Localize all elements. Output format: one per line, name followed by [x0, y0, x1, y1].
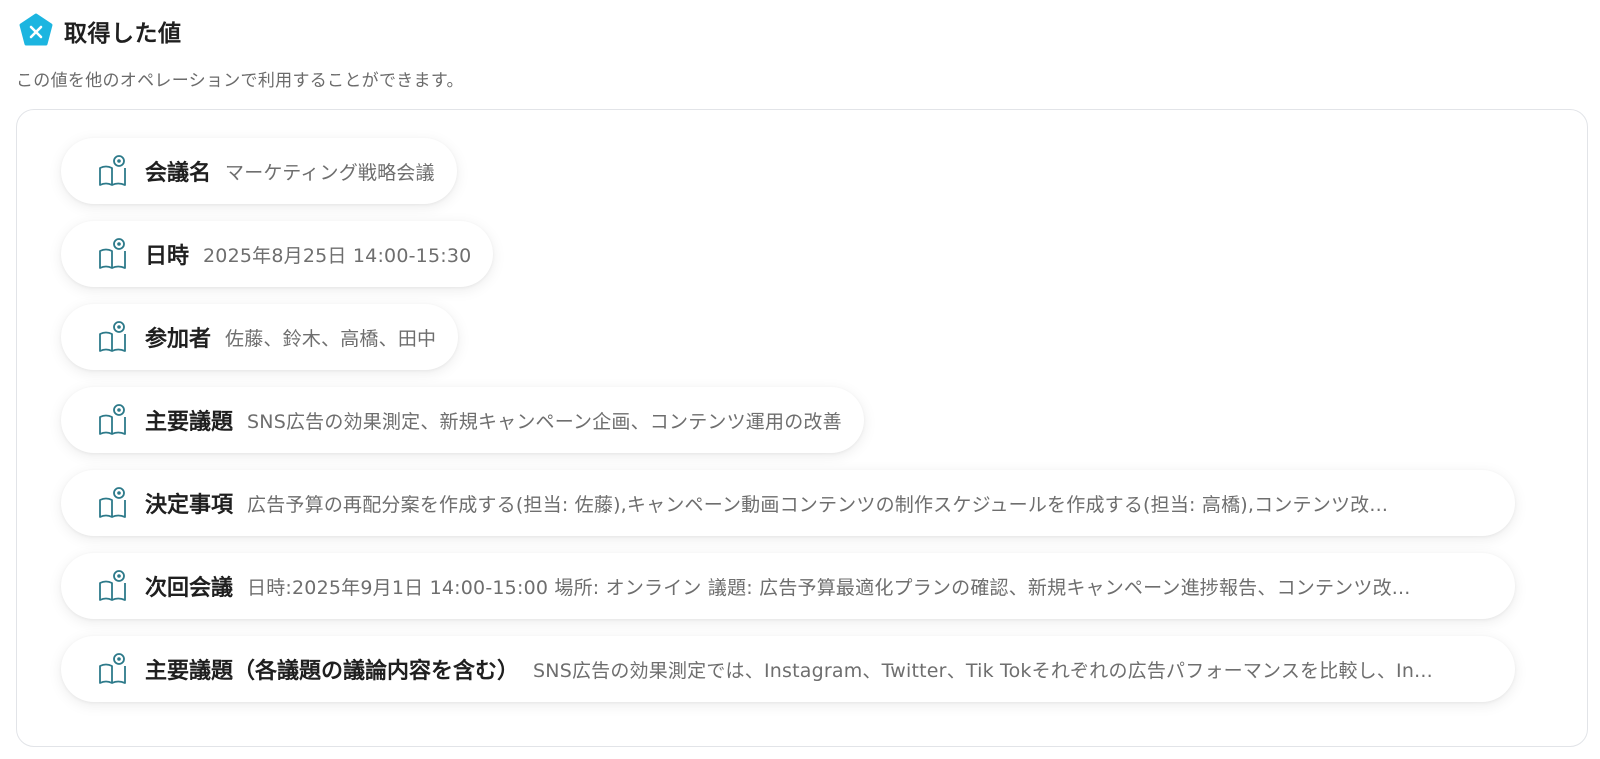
book-view-icon: [97, 569, 129, 603]
section-title: 取得した値: [64, 21, 182, 47]
value-pill-decisions[interactable]: 決定事項 広告予算の再配分案を作成する(担当: 佐藤),キャンペーン動画コンテン…: [61, 470, 1515, 536]
book-view-icon: [97, 154, 129, 188]
field-label: 主要議題（各議題の議論内容を含む）: [145, 659, 520, 684]
field-label: 次回会議: [145, 576, 234, 601]
values-panel: 会議名 マーケティング戦略会議 日時 2025年8月25日 14:00-15:3…: [16, 109, 1588, 747]
field-value: マーケティング戦略会議: [225, 161, 435, 184]
yoom-logo-icon: [18, 13, 54, 49]
book-view-icon: [97, 320, 129, 354]
field-value: SNS広告の効果測定、新規キャンペーン企画、コンテンツ運用の改善: [247, 410, 842, 433]
section-header: 取得した値: [18, 12, 182, 50]
book-view-icon: [97, 237, 129, 271]
book-view-icon: [97, 403, 129, 437]
value-pill-participants[interactable]: 参加者 佐藤、鈴木、高橋、田中: [61, 304, 459, 370]
field-value: 日時:2025年9月1日 14:00-15:00 場所: オンライン 議題: 広…: [247, 576, 1411, 599]
value-pill-main-topics[interactable]: 主要議題 SNS広告の効果測定、新規キャンペーン企画、コンテンツ運用の改善: [61, 387, 864, 453]
book-view-icon: [97, 486, 129, 520]
section-description: この値を他のオペレーションで利用することができます。: [16, 71, 464, 91]
field-label: 会議名: [145, 161, 212, 186]
field-value: SNS広告の効果測定では、Instagram、Twitter、Tik Tokそれ…: [533, 659, 1433, 682]
field-label: 日時: [145, 244, 190, 269]
book-view-icon: [97, 652, 129, 686]
field-label: 決定事項: [145, 493, 234, 518]
value-pill-meeting-name[interactable]: 会議名 マーケティング戦略会議: [61, 138, 457, 204]
value-pill-datetime[interactable]: 日時 2025年8月25日 14:00-15:30: [61, 221, 494, 287]
field-label: 主要議題: [145, 410, 234, 435]
value-pill-main-topics-detail[interactable]: 主要議題（各議題の議論内容を含む） SNS広告の効果測定では、Instagram…: [61, 636, 1515, 702]
field-label: 参加者: [145, 327, 212, 352]
field-value: 2025年8月25日 14:00-15:30: [203, 244, 472, 267]
field-value: 広告予算の再配分案を作成する(担当: 佐藤),キャンペーン動画コンテンツの制作ス…: [247, 493, 1389, 516]
value-pill-next-meeting[interactable]: 次回会議 日時:2025年9月1日 14:00-15:00 場所: オンライン …: [61, 553, 1515, 619]
field-value: 佐藤、鈴木、高橋、田中: [225, 327, 437, 350]
